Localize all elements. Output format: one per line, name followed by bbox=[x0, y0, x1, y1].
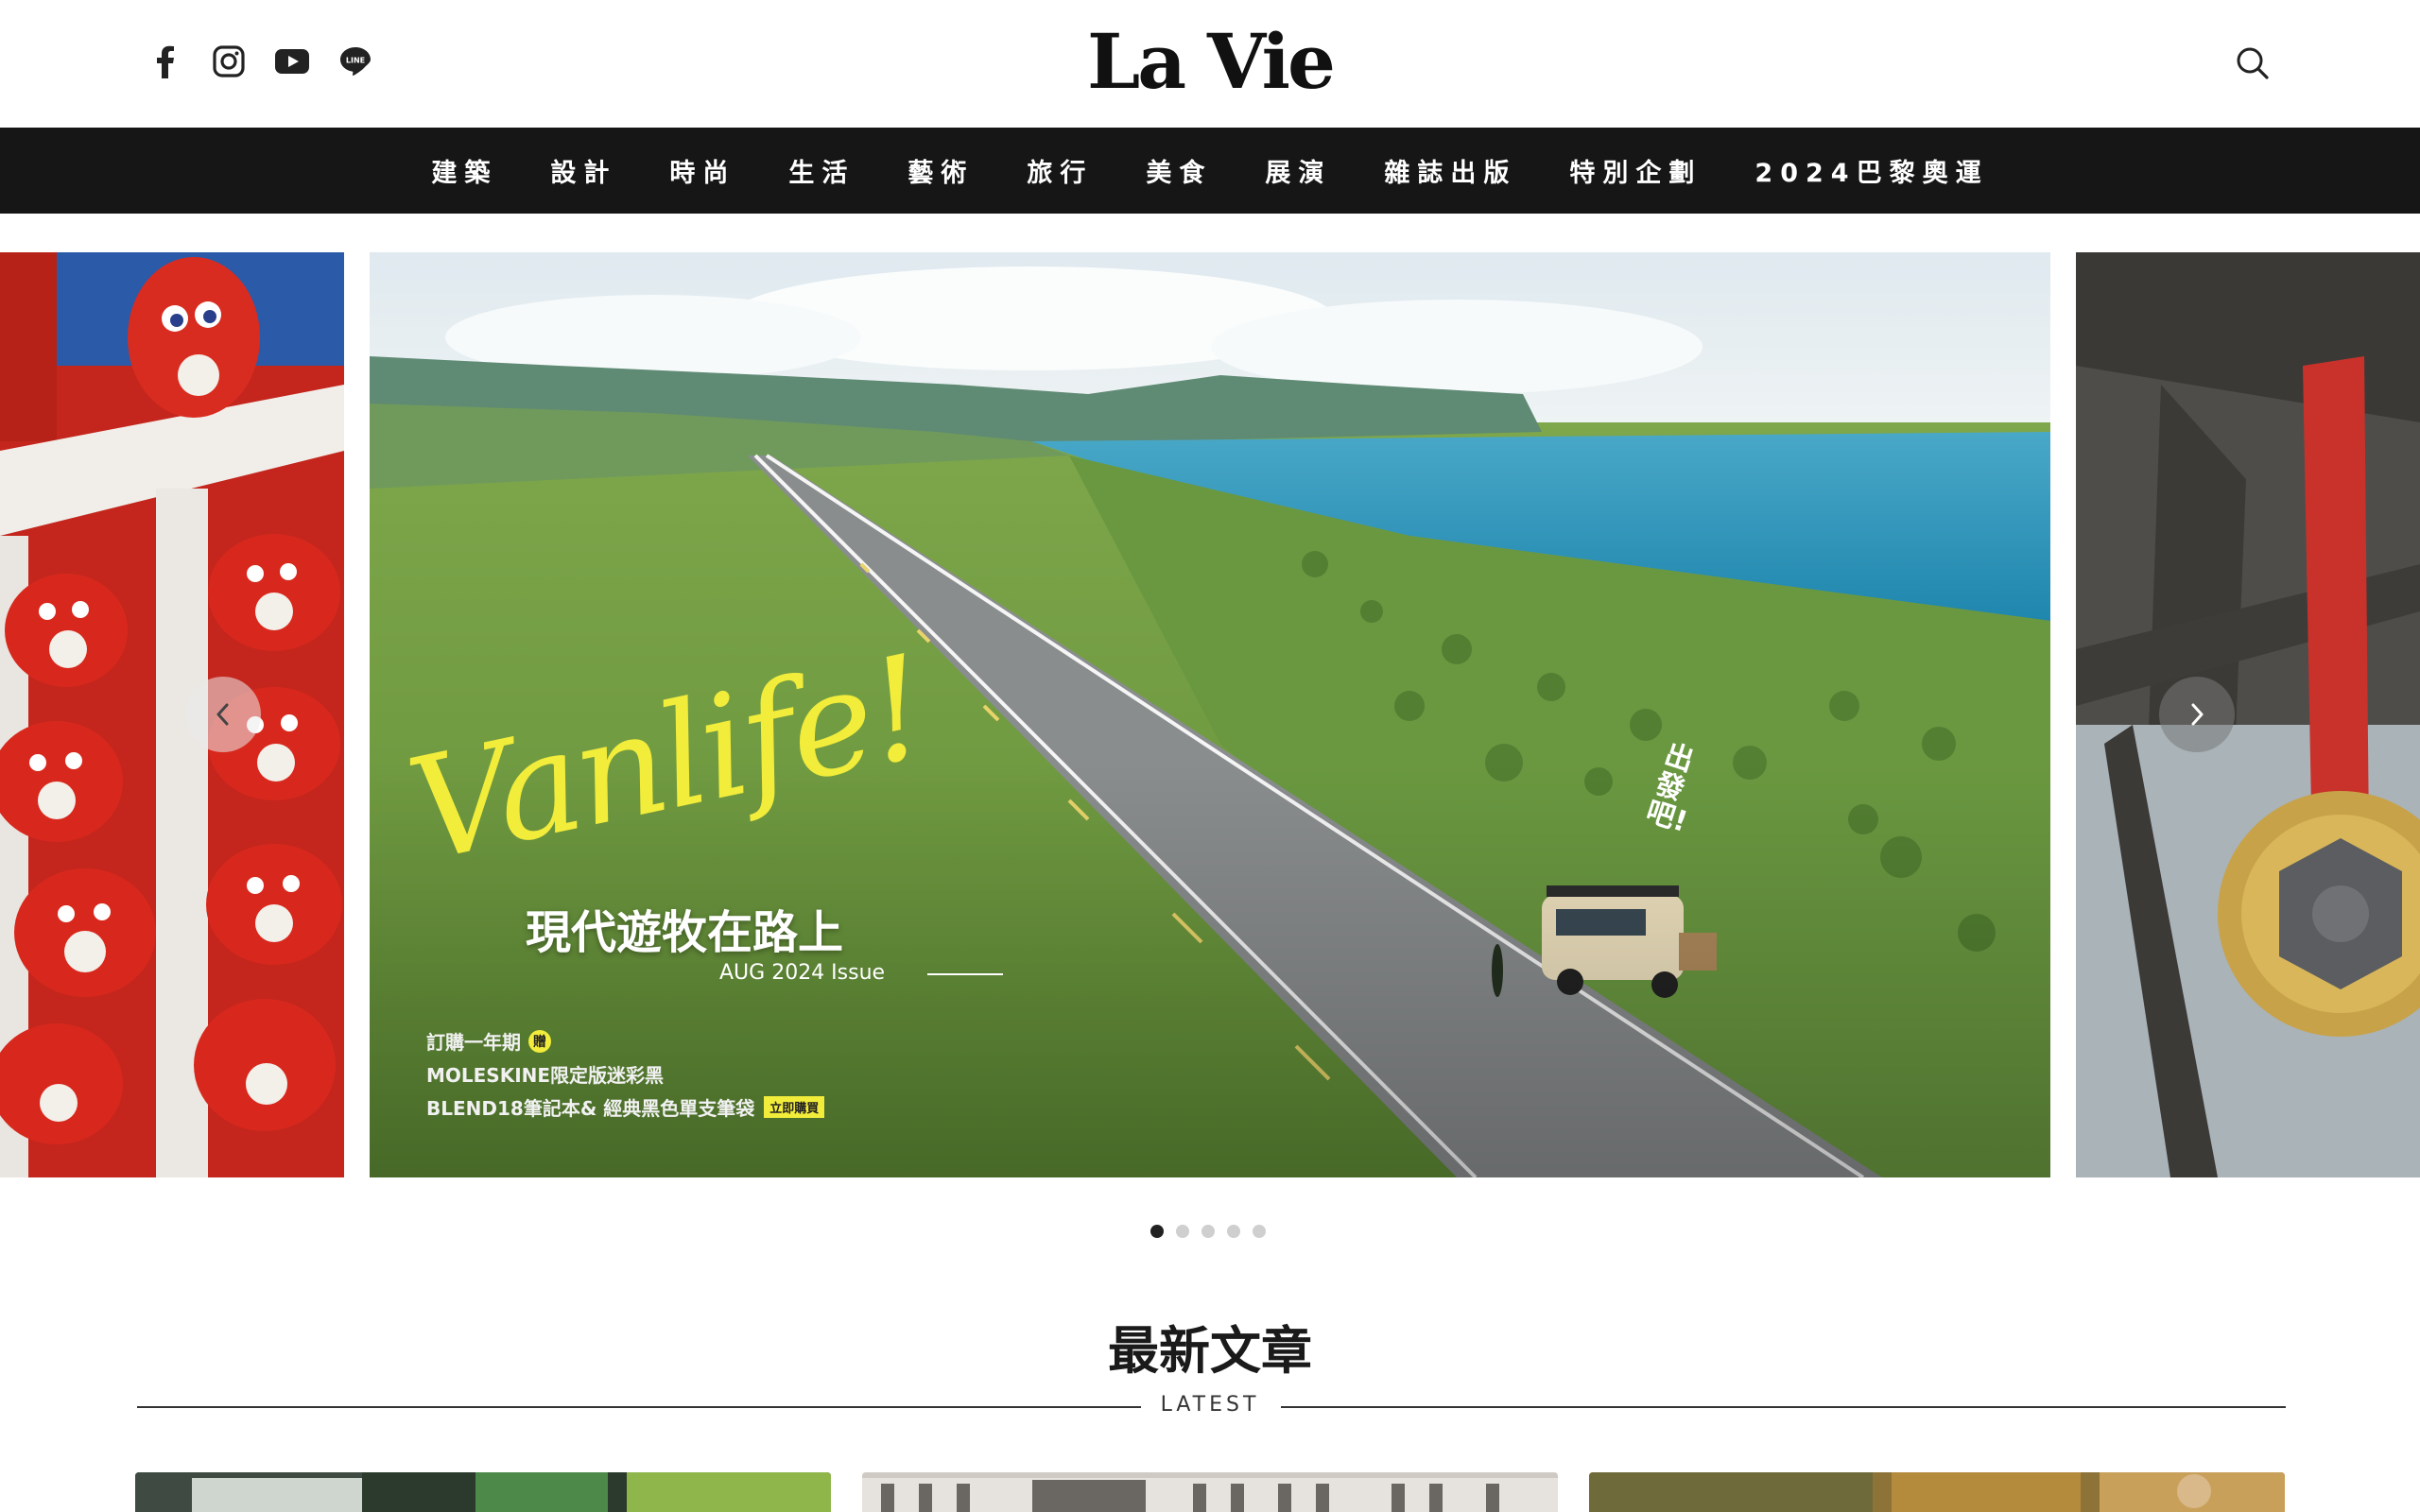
carousel-dot-2[interactable] bbox=[1176, 1225, 1189, 1238]
carousel-dot-3[interactable] bbox=[1201, 1225, 1215, 1238]
carousel-prev-button[interactable] bbox=[185, 677, 261, 752]
instagram-icon[interactable] bbox=[210, 43, 248, 80]
nav-item-art[interactable]: 藝術 bbox=[908, 152, 974, 189]
search-icon[interactable] bbox=[2234, 44, 2272, 82]
chevron-right-icon bbox=[2191, 703, 2204, 726]
nav-item-special[interactable]: 特別企劃 bbox=[1569, 152, 1702, 189]
carousel-slide-prev[interactable] bbox=[0, 252, 344, 1177]
nav-item-travel[interactable]: 旅行 bbox=[1027, 152, 1093, 189]
youtube-icon[interactable] bbox=[273, 43, 311, 80]
facebook-icon[interactable] bbox=[147, 43, 184, 80]
issue-rule bbox=[927, 973, 1003, 975]
site-logo[interactable]: La Vie bbox=[1087, 19, 1336, 104]
latest-rule-left bbox=[137, 1406, 1141, 1408]
slide-issue: AUG 2024 Issue bbox=[719, 961, 886, 985]
carousel-next-button[interactable] bbox=[2159, 677, 2235, 752]
carousel-dots bbox=[1150, 1225, 1278, 1238]
nav-item-fashion[interactable]: 時尚 bbox=[669, 152, 735, 189]
nav-item-life[interactable]: 生活 bbox=[788, 152, 855, 189]
article-card[interactable] bbox=[1589, 1472, 2285, 1512]
carousel-dot-4[interactable] bbox=[1227, 1225, 1240, 1238]
main-nav: 建築 設計 時尚 生活 藝術 旅行 美食 展演 雜誌出版 特別企劃 2024巴黎… bbox=[0, 128, 2420, 214]
nav-item-paris-2024[interactable]: 2024巴黎奧運 bbox=[1754, 152, 1988, 189]
carousel-slide-next[interactable] bbox=[2076, 252, 2420, 1177]
latest-rule-right bbox=[1281, 1406, 2286, 1408]
nav-item-exhibition[interactable]: 展演 bbox=[1265, 152, 1331, 189]
article-card[interactable] bbox=[862, 1472, 1558, 1512]
social-links: LINE bbox=[147, 43, 400, 80]
nav-item-design[interactable]: 設計 bbox=[550, 152, 616, 189]
nav-item-food[interactable]: 美食 bbox=[1146, 152, 1212, 189]
site-header: LINE La Vie bbox=[0, 0, 2420, 128]
promo-line3: BLEND18筆記本& 經典黑色單支筆袋 bbox=[426, 1097, 755, 1120]
chevron-left-icon bbox=[216, 703, 229, 726]
carousel-dot-1[interactable] bbox=[1150, 1225, 1164, 1238]
line-icon[interactable]: LINE bbox=[337, 43, 374, 80]
article-card[interactable] bbox=[135, 1472, 831, 1512]
nav-item-architecture[interactable]: 建築 bbox=[431, 152, 497, 189]
carousel-dot-5[interactable] bbox=[1253, 1225, 1266, 1238]
promo-block: 訂購一年期 贈 MOLESKINE限定版迷彩黑 BLEND18筆記本& 經典黑色… bbox=[426, 1027, 825, 1121]
promo-badge: 贈 bbox=[528, 1029, 551, 1053]
latest-section-title: 最新文章 bbox=[1108, 1321, 1312, 1381]
promo-cta[interactable]: 立即購買 bbox=[764, 1096, 825, 1118]
latest-section-subtitle: LATEST bbox=[1160, 1393, 1260, 1417]
line-icon-text: LINE bbox=[346, 57, 365, 65]
promo-line1: 訂購一年期 bbox=[426, 1031, 521, 1054]
slide-headline: 現代遊牧在路上 bbox=[526, 906, 844, 959]
carousel-slide-current[interactable]: Vanlife! 現代遊牧在路上 AUG 2024 Issue 出發吧! 訂購一… bbox=[370, 252, 2050, 1177]
nav-item-magazine[interactable]: 雜誌出版 bbox=[1384, 152, 1516, 189]
hero-carousel: Vanlife! 現代遊牧在路上 AUG 2024 Issue 出發吧! 訂購一… bbox=[0, 252, 2420, 1177]
promo-line2: MOLESKINE限定版迷彩黑 bbox=[426, 1064, 665, 1087]
